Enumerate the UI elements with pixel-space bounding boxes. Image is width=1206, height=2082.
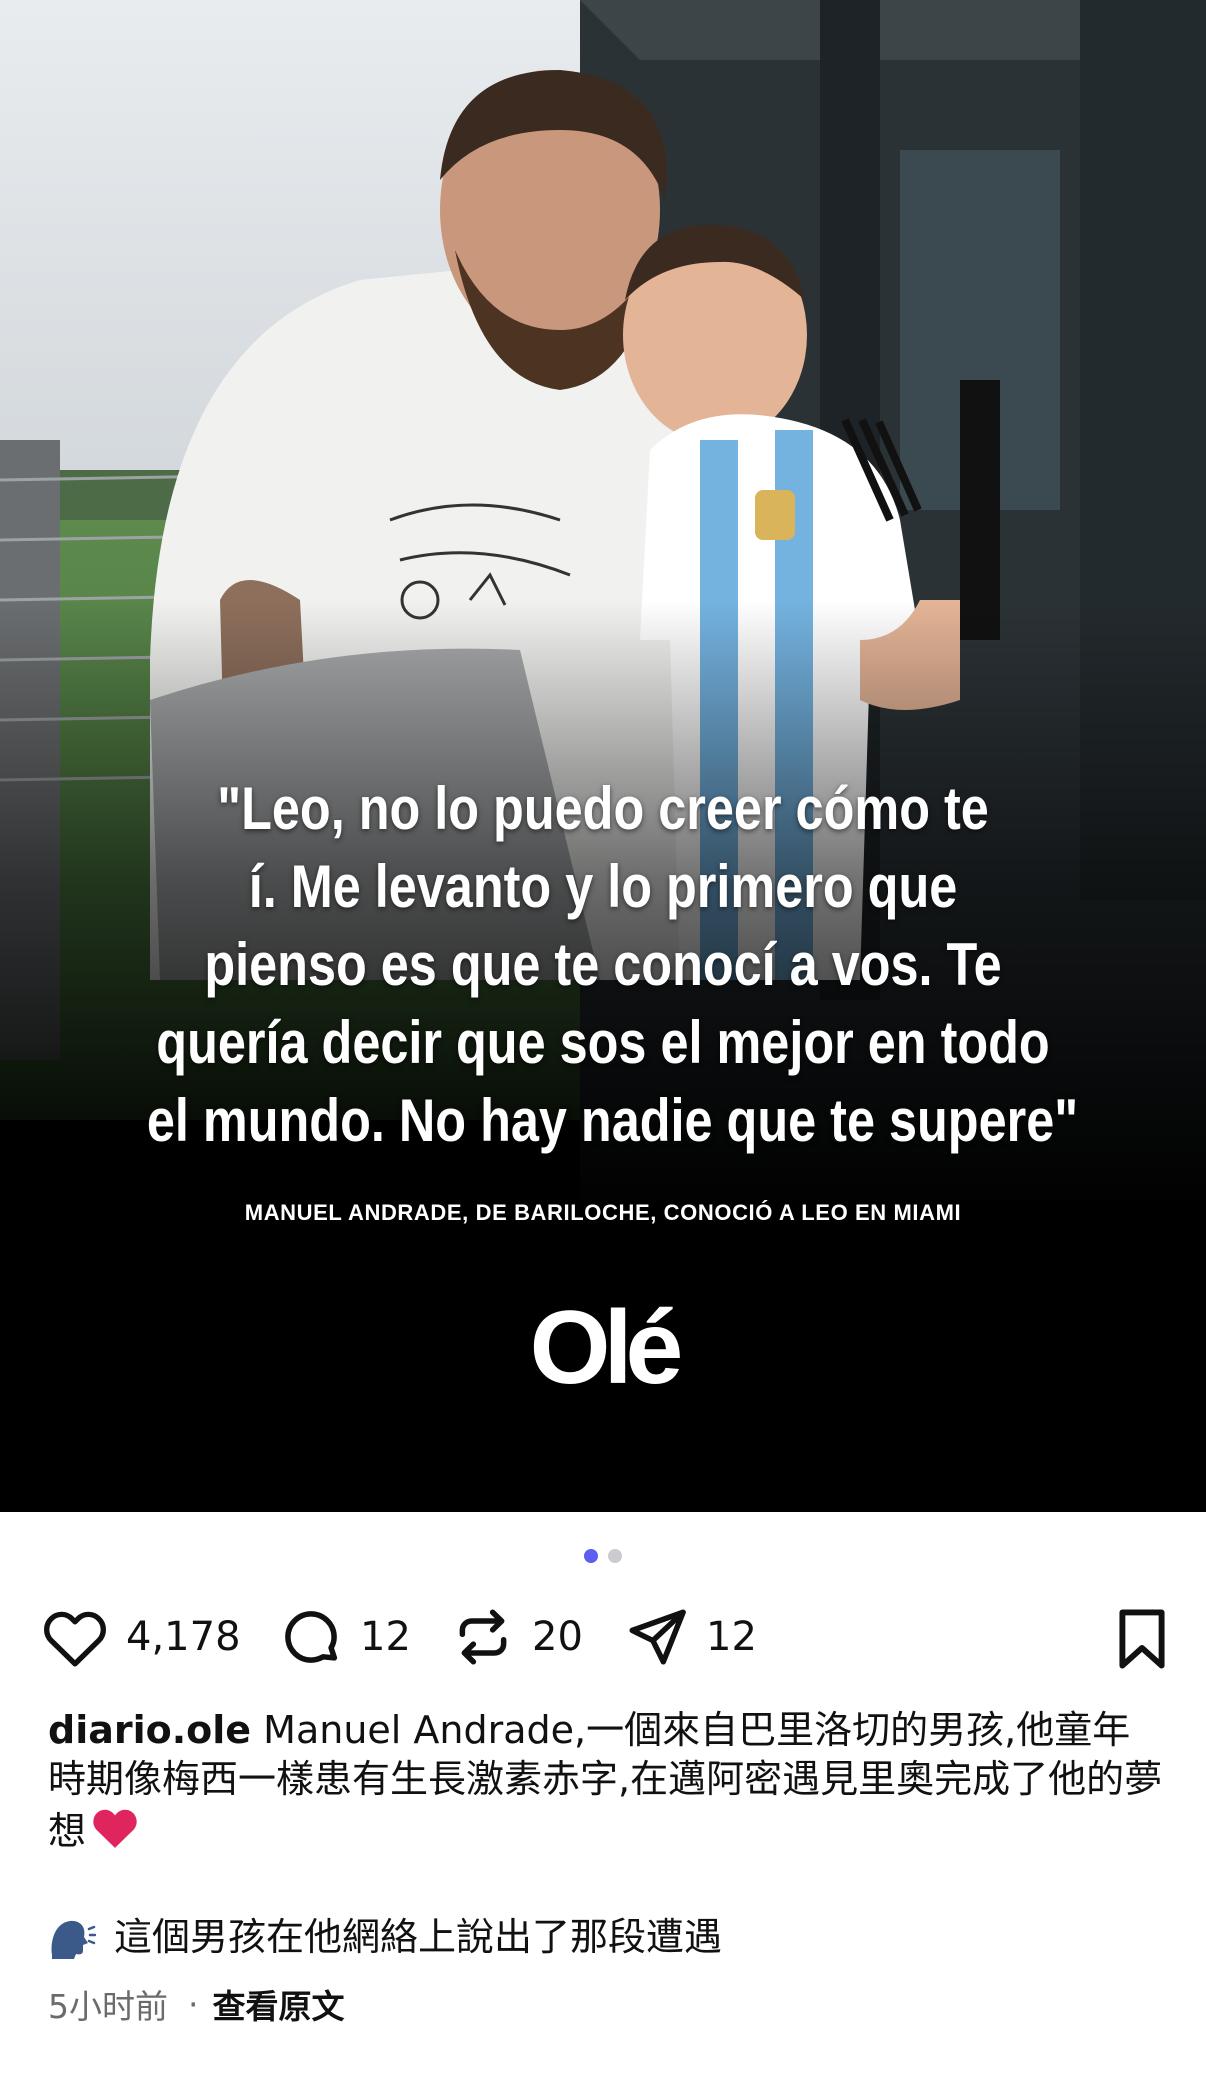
comment-button[interactable]: 12 — [278, 1602, 411, 1672]
brand-logo: Olé — [529, 1290, 684, 1406]
repost-button[interactable]: 20 — [450, 1602, 583, 1672]
speaking-head-icon — [51, 1920, 96, 1959]
share-icon — [629, 1609, 686, 1665]
carousel-dot[interactable] — [608, 1549, 622, 1563]
post-meta: 5小时前 · 查看原文 — [48, 1980, 345, 2028]
save-button[interactable] — [1114, 1608, 1170, 1674]
meta-separator: · — [188, 1984, 199, 2024]
caption-subline: 這個男孩在他網絡上說出了那段遭遇 — [48, 1912, 722, 1962]
quote-line: pienso es que te conocí a vos. Te — [204, 931, 1002, 998]
action-bar: 4,178 12 20 12 — [40, 1602, 1170, 1672]
username-link[interactable]: diario.ole — [48, 1708, 251, 1752]
repost-icon — [459, 1609, 507, 1665]
quote-line: "Leo, no lo puedo creer cómo te — [217, 775, 989, 842]
carousel-dot-active[interactable] — [584, 1549, 598, 1563]
comment-count: 12 — [360, 1614, 411, 1660]
see-original-link[interactable]: 查看原文 — [213, 1980, 345, 2028]
quote-text: "Leo, no lo puedo creer cómo te í. Me le… — [146, 770, 1079, 1160]
share-button[interactable]: 12 — [624, 1602, 757, 1672]
post-image[interactable]: "Leo, no lo puedo creer cómo te í. Me le… — [0, 0, 1206, 1512]
like-count: 4,178 — [126, 1614, 241, 1660]
red-heart-icon — [90, 1804, 140, 1862]
quote-credit: MANUEL ANDRADE, DE BARILOCHE, CONOCIÓ A … — [244, 1200, 962, 1225]
repost-count: 20 — [532, 1614, 583, 1660]
bookmark-icon — [1119, 1609, 1165, 1669]
comment-icon — [285, 1611, 338, 1663]
share-count: 12 — [706, 1614, 757, 1660]
quote-line: í. Me levanto y lo primero que — [248, 853, 958, 920]
timestamp: 5小时前 — [48, 1987, 168, 2026]
like-button[interactable]: 4,178 — [40, 1602, 241, 1672]
quote-line: el mundo. No hay nadie que te supere" — [146, 1087, 1079, 1154]
photo-background — [0, 0, 1206, 1512]
carousel-indicator[interactable] — [0, 1549, 1206, 1563]
quote-line: quería decir que sos el mejor en todo — [156, 1009, 1050, 1076]
subline-text: 這個男孩在他網絡上說出了那段遭遇 — [114, 1915, 723, 1959]
post-caption: diario.ole Manuel Andrade,一個來自巴里洛切的男孩,他童… — [48, 1706, 1166, 1862]
heart-icon — [44, 1611, 106, 1667]
